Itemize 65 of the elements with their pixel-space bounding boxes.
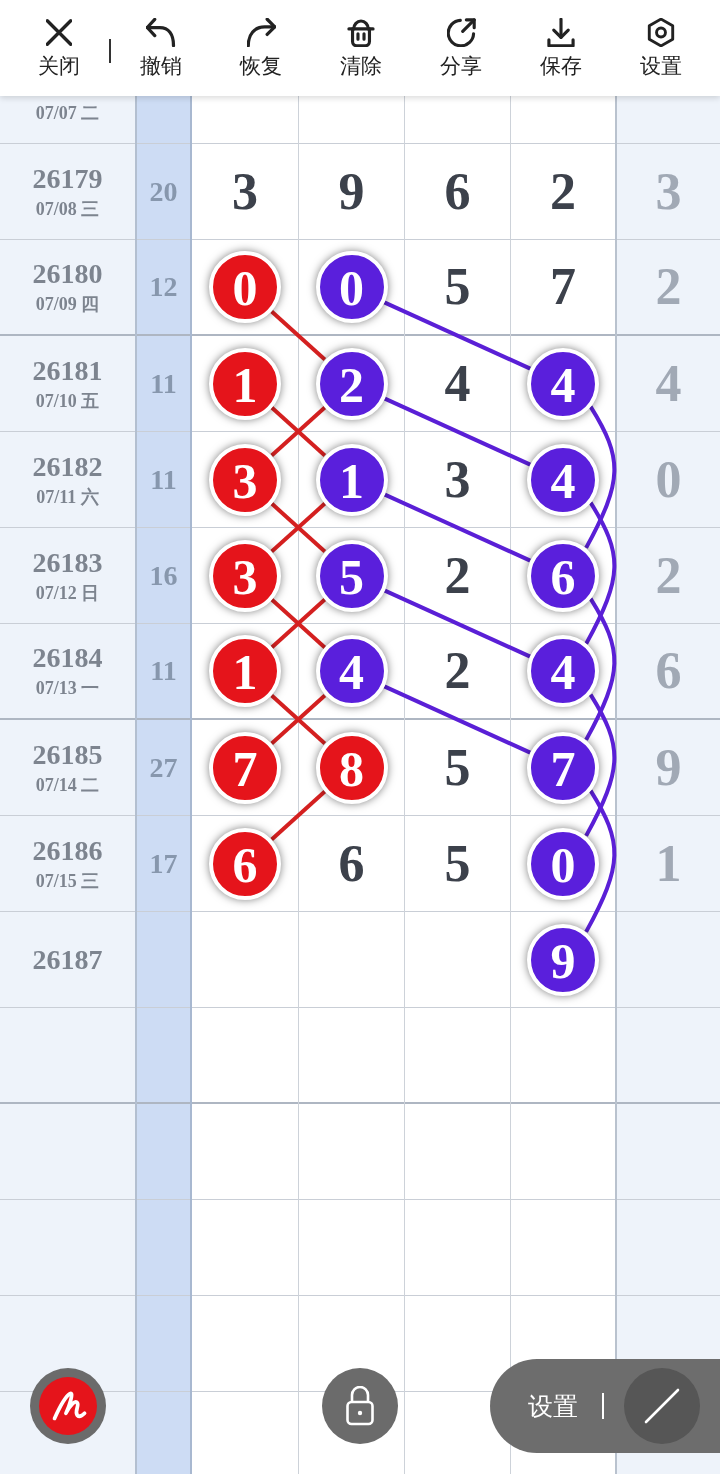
side-digit: 6 — [655, 641, 682, 701]
side-digit: 3 — [655, 161, 682, 222]
issue-number: 26186 — [32, 835, 103, 866]
draw-date: 07/08 三 — [35, 197, 100, 220]
digit-sum: 11 — [150, 656, 177, 686]
undo-icon — [146, 18, 176, 47]
digit: 5 — [444, 737, 471, 798]
digit: 3 — [232, 161, 258, 222]
redo-icon — [246, 18, 276, 47]
draw-date: 07/10 五 — [35, 389, 100, 412]
toolbar-button[interactable]: 保存 — [511, 0, 611, 96]
digit-sum: 17 — [149, 848, 178, 879]
digit-sum: 11 — [150, 368, 177, 399]
trash-bin-icon — [347, 18, 375, 47]
line-icon — [644, 1388, 680, 1424]
settings-icon — [647, 18, 675, 47]
draw-date: 07/09 四 — [35, 293, 100, 315]
draw-date: 07/15 三 — [35, 869, 100, 892]
digit: 2 — [444, 641, 471, 701]
scribble-icon — [39, 1377, 97, 1435]
side-digit: 9 — [655, 737, 682, 798]
issue-number: 26180 — [32, 259, 103, 289]
side-digit: 2 — [655, 257, 682, 317]
side-digit: 2 — [655, 545, 682, 606]
toolbar-button[interactable]: 清除 — [311, 0, 411, 96]
toolbar-button[interactable]: 设置 — [611, 0, 711, 96]
draw-date: 07/13 一 — [35, 677, 100, 699]
draw-date: 07/14 二 — [35, 773, 100, 796]
digit-sum: 12 — [149, 272, 178, 302]
digit-sum: 20 — [149, 176, 178, 207]
issue-number: 26181 — [32, 355, 103, 386]
digit: 5 — [444, 257, 471, 317]
digit: 9 — [338, 161, 365, 222]
side-digit: 1 — [655, 833, 682, 894]
digit: 5 — [444, 833, 471, 894]
lock-icon — [346, 1386, 374, 1426]
digit: 2 — [444, 545, 471, 606]
download-icon — [547, 18, 575, 47]
settings-button[interactable]: 设置 — [528, 1391, 578, 1421]
digit: 4 — [444, 353, 471, 414]
digit-sum: 16 — [149, 560, 178, 591]
digit-sum: 11 — [150, 464, 177, 495]
digit: 7 — [550, 257, 576, 317]
side-digit: 4 — [655, 353, 682, 414]
draw-date: 07/07 二 — [35, 101, 100, 124]
toolbar-button[interactable]: 关闭 — [9, 0, 109, 96]
issue-number: 26184 — [32, 643, 103, 673]
issue-number: 26187 — [32, 944, 103, 975]
close-icon — [46, 18, 72, 47]
digit: 3 — [444, 449, 471, 510]
digit-sum: 27 — [149, 752, 178, 783]
share-icon — [446, 18, 476, 47]
draw-date: 07/12 日 — [35, 581, 100, 604]
side-digit: 0 — [655, 449, 682, 510]
toolbar-button[interactable]: 撤销 — [111, 0, 211, 96]
digit: 2 — [550, 161, 576, 222]
issue-number: 26182 — [32, 451, 103, 482]
issue-number: 26183 — [32, 547, 103, 578]
toolbar-button[interactable]: 分享 — [411, 0, 511, 96]
toolbar-button[interactable]: 恢复 — [211, 0, 311, 96]
digit: 6 — [444, 161, 471, 222]
draw-date: 07/11 六 — [36, 485, 99, 508]
issue-number: 26185 — [32, 739, 103, 770]
digit: 6 — [338, 833, 365, 894]
issue-number: 26179 — [32, 163, 103, 194]
